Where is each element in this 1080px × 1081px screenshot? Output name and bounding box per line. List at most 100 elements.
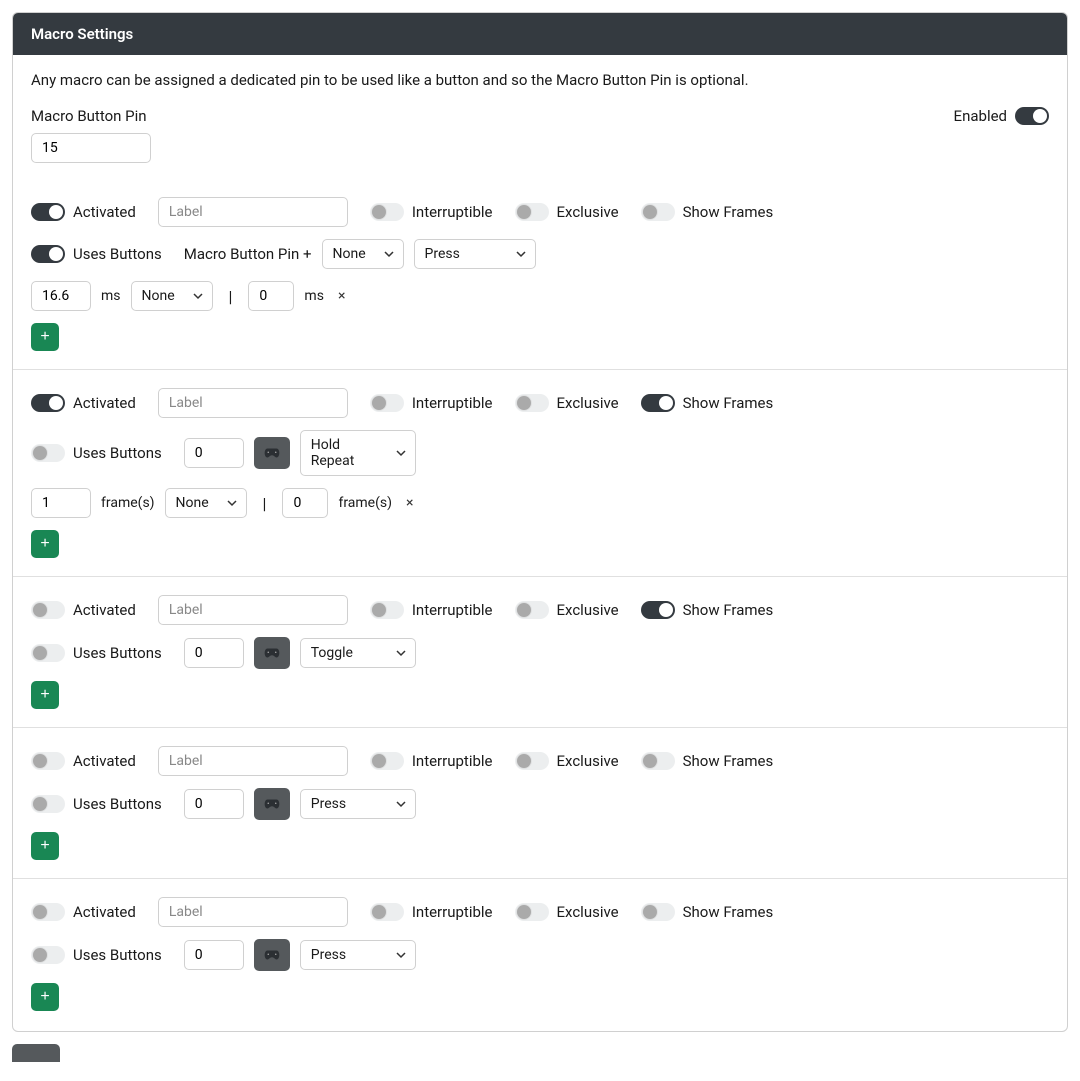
exclusive-label: Exclusive (557, 903, 619, 921)
interruptible-toggle[interactable] (370, 394, 404, 412)
show-frames-toggle[interactable] (641, 394, 675, 412)
uses-buttons-label: Uses Buttons (73, 795, 162, 813)
show-frames-label: Show Frames (683, 752, 774, 770)
pin-value-input[interactable] (184, 638, 244, 668)
interruptible-label: Interruptible (412, 752, 493, 770)
exclusive-toggle[interactable] (515, 394, 549, 412)
interruptible-toggle[interactable] (370, 752, 404, 770)
remove-step-button[interactable]: × (334, 288, 349, 304)
chevron-down-icon (395, 949, 407, 961)
controller-button[interactable] (254, 788, 290, 820)
uses-buttons-toggle[interactable] (31, 644, 65, 662)
unit-b-label: frame(s) (338, 495, 392, 511)
duration-a-input[interactable] (31, 281, 91, 311)
trigger-select-value: Press (311, 796, 346, 812)
add-step-button[interactable]: + (31, 832, 59, 860)
show-frames-toggle[interactable] (641, 601, 675, 619)
add-step-button[interactable]: + (31, 983, 59, 1011)
trigger-select[interactable]: Press (414, 239, 536, 269)
duration-b-input[interactable] (282, 488, 328, 518)
macro-label-input[interactable] (158, 197, 348, 227)
interruptible-label: Interruptible (412, 203, 493, 221)
interruptible-label: Interruptible (412, 903, 493, 921)
controller-button[interactable] (254, 939, 290, 971)
activated-toggle[interactable] (31, 203, 65, 221)
macro-settings-panel: Macro Settings Any macro can be assigned… (12, 12, 1068, 1032)
chevron-down-icon (395, 798, 407, 810)
uses-buttons-label: Uses Buttons (73, 946, 162, 964)
activated-toggle[interactable] (31, 903, 65, 921)
footer-stub (12, 1044, 60, 1062)
show-frames-label: Show Frames (683, 601, 774, 619)
mid-select[interactable]: None (131, 281, 213, 311)
macro-block: ActivatedInterruptibleExclusiveShow Fram… (13, 576, 1067, 727)
activated-label: Activated (73, 394, 136, 412)
pin-value-input[interactable] (184, 789, 244, 819)
trigger-select[interactable]: Toggle (300, 638, 416, 668)
macro-block: ActivatedInterruptibleExclusiveShow Fram… (13, 878, 1067, 1029)
macro-label-input[interactable] (158, 595, 348, 625)
trigger-select-value: Press (311, 947, 346, 963)
mid-select-value: None (176, 495, 209, 511)
controller-button[interactable] (254, 437, 290, 469)
add-step-button[interactable]: + (31, 323, 59, 351)
macro-label-input[interactable] (158, 388, 348, 418)
duration-b-input[interactable] (248, 281, 294, 311)
exclusive-toggle[interactable] (515, 601, 549, 619)
show-frames-toggle[interactable] (641, 903, 675, 921)
combo-select-value: None (333, 246, 366, 262)
exclusive-label: Exclusive (557, 601, 619, 619)
interruptible-toggle[interactable] (370, 203, 404, 221)
panel-title: Macro Settings (13, 13, 1067, 55)
trigger-select-value: Press (425, 246, 460, 262)
mid-select[interactable]: None (165, 488, 247, 518)
exclusive-toggle[interactable] (515, 203, 549, 221)
macro-block: ActivatedInterruptibleExclusiveShow Fram… (13, 369, 1067, 576)
macro-label-input[interactable] (158, 746, 348, 776)
remove-step-button[interactable]: × (402, 495, 417, 511)
activated-toggle[interactable] (31, 601, 65, 619)
trigger-select[interactable]: Press (300, 789, 416, 819)
chevron-down-icon (192, 290, 204, 302)
activated-label: Activated (73, 752, 136, 770)
add-step-button[interactable]: + (31, 681, 59, 709)
pin-value-input[interactable] (184, 940, 244, 970)
macro-pin-plus-label: Macro Button Pin + (184, 245, 312, 263)
interruptible-toggle[interactable] (370, 903, 404, 921)
trigger-select-value: Hold Repeat (311, 437, 387, 469)
enabled-toggle[interactable] (1015, 107, 1049, 125)
exclusive-label: Exclusive (557, 203, 619, 221)
chevron-down-icon (395, 647, 407, 659)
activated-toggle[interactable] (31, 394, 65, 412)
activated-toggle[interactable] (31, 752, 65, 770)
chevron-down-icon (515, 248, 527, 260)
pin-value-input[interactable] (184, 438, 244, 468)
trigger-select[interactable]: Hold Repeat (300, 430, 416, 476)
interruptible-toggle[interactable] (370, 601, 404, 619)
show-frames-toggle[interactable] (641, 203, 675, 221)
macro-button-pin-input[interactable] (31, 133, 151, 163)
macro-block: ActivatedInterruptibleExclusiveShow Fram… (13, 173, 1067, 369)
combo-select[interactable]: None (322, 239, 404, 269)
exclusive-toggle[interactable] (515, 752, 549, 770)
duration-a-input[interactable] (31, 488, 91, 518)
exclusive-toggle[interactable] (515, 903, 549, 921)
uses-buttons-toggle[interactable] (31, 946, 65, 964)
uses-buttons-label: Uses Buttons (73, 444, 162, 462)
exclusive-label: Exclusive (557, 394, 619, 412)
mid-select-value: None (142, 288, 175, 304)
controller-button[interactable] (254, 637, 290, 669)
unit-a-label: ms (101, 288, 121, 304)
add-step-button[interactable]: + (31, 530, 59, 558)
uses-buttons-toggle[interactable] (31, 245, 65, 263)
uses-buttons-toggle[interactable] (31, 795, 65, 813)
unit-b-label: ms (304, 288, 324, 304)
trigger-select[interactable]: Press (300, 940, 416, 970)
macro-label-input[interactable] (158, 897, 348, 927)
show-frames-label: Show Frames (683, 203, 774, 221)
show-frames-toggle[interactable] (641, 752, 675, 770)
uses-buttons-toggle[interactable] (31, 444, 65, 462)
activated-label: Activated (73, 903, 136, 921)
enabled-label: Enabled (954, 107, 1007, 125)
chevron-down-icon (383, 248, 395, 260)
